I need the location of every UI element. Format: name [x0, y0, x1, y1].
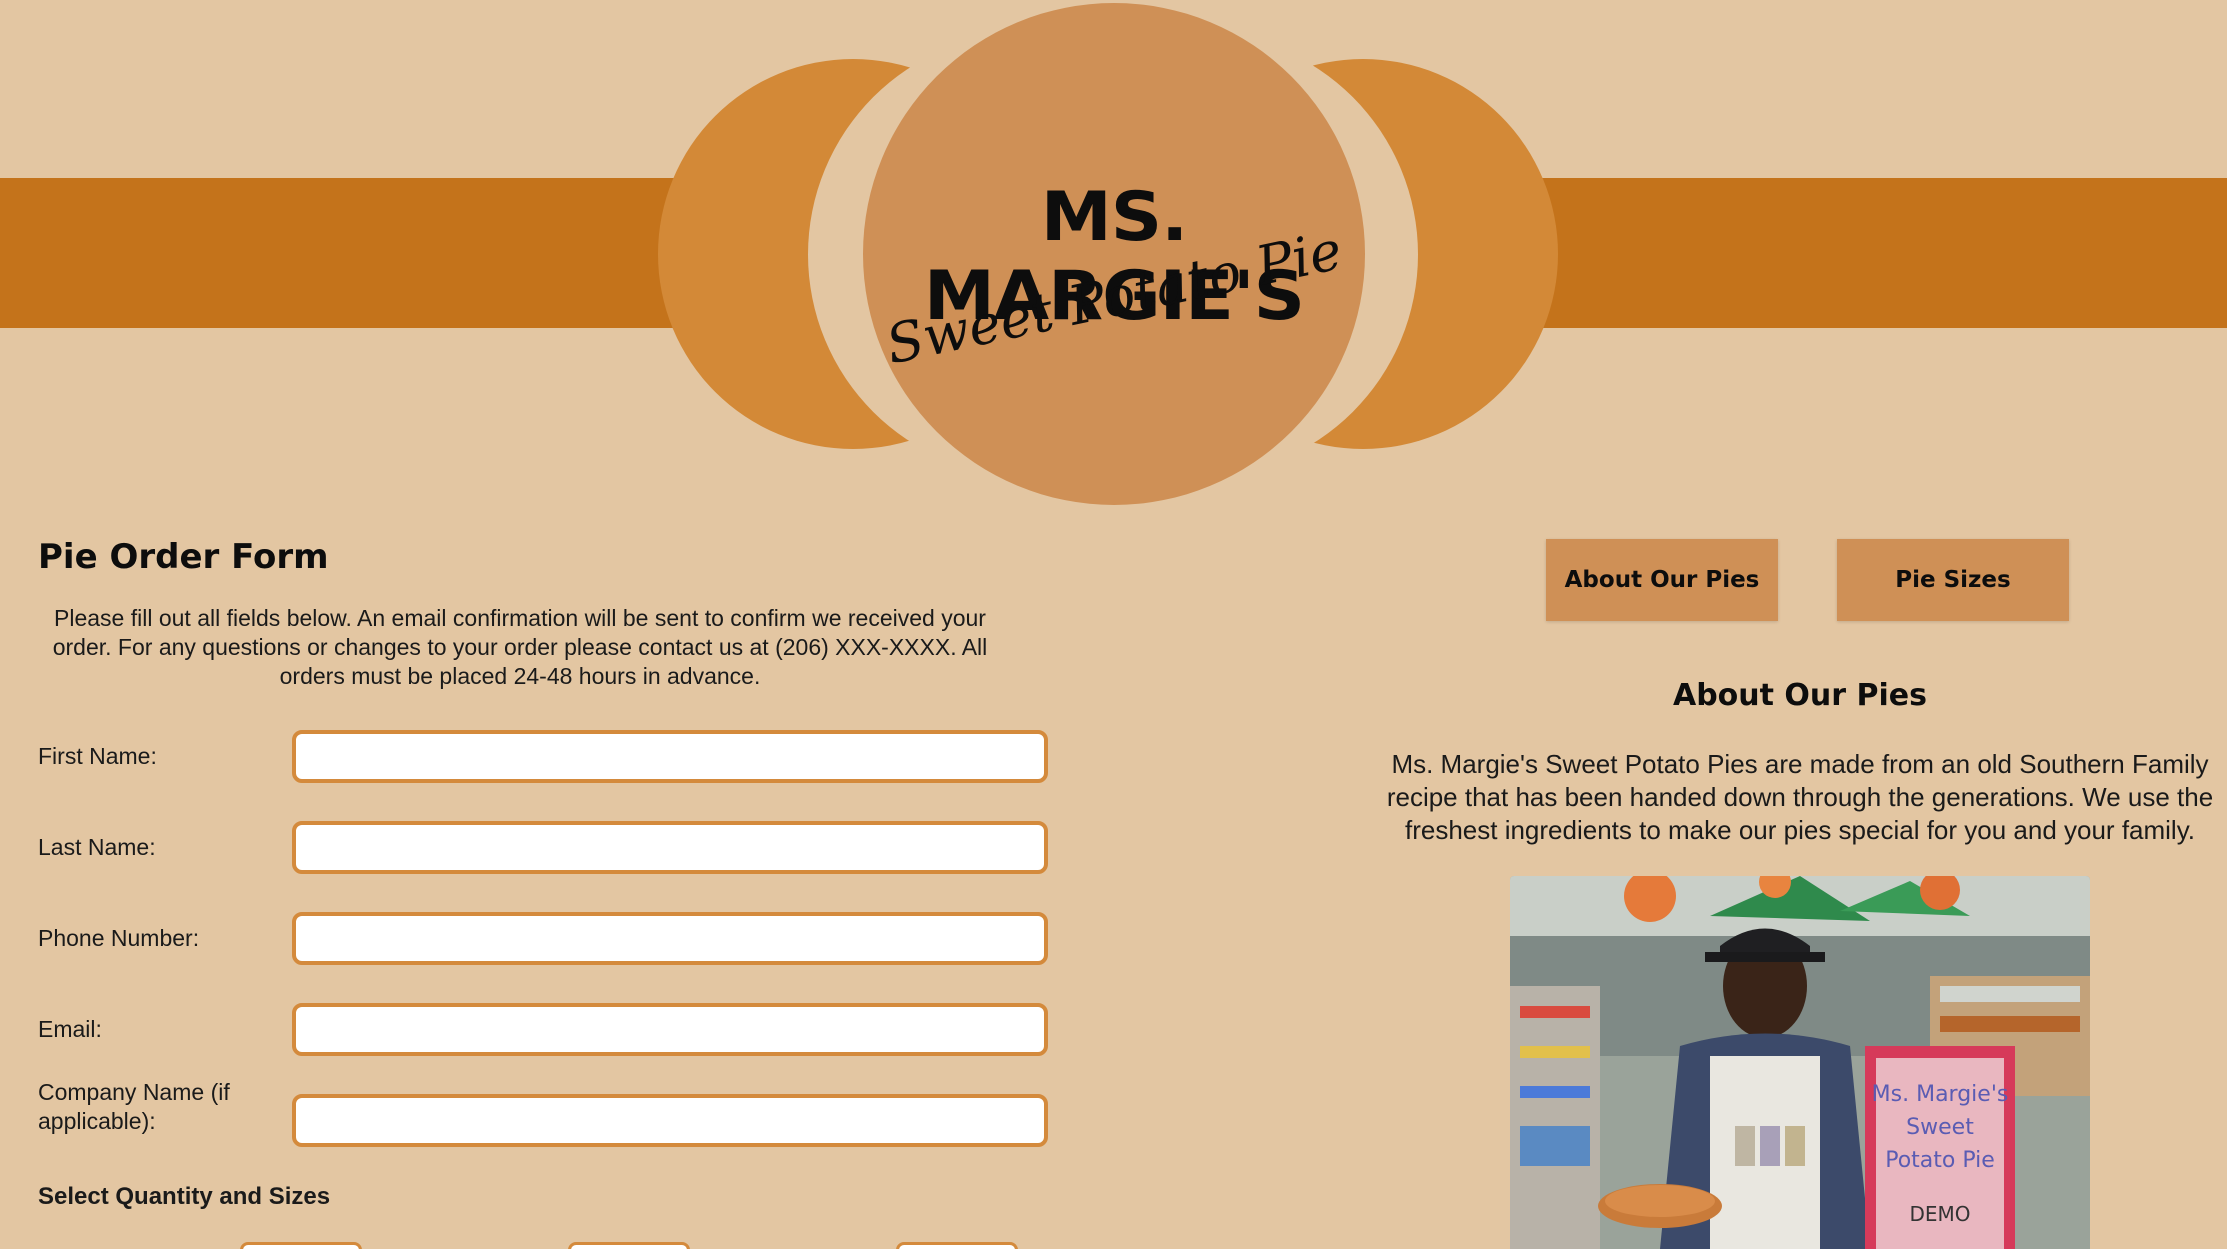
email-input[interactable] — [292, 1003, 1048, 1056]
sign-line-3: Potato Pie — [1885, 1148, 1995, 1173]
last-name-input[interactable] — [292, 821, 1048, 874]
company-name-label: Company Name (if applicable): — [38, 1079, 230, 1134]
quantity-row-partial — [0, 1238, 1100, 1249]
quantity-select-3[interactable] — [896, 1242, 1018, 1249]
email-label: Email: — [38, 1016, 102, 1042]
quantity-select-2[interactable] — [568, 1242, 690, 1249]
company-name-input[interactable] — [292, 1094, 1048, 1147]
quantity-sizes-heading: Select Quantity and Sizes — [38, 1183, 331, 1210]
about-our-pies-button[interactable]: About Our Pies — [1546, 539, 1778, 621]
about-description: Ms. Margie's Sweet Potato Pies are made … — [1386, 749, 2214, 845]
phone-number-label: Phone Number: — [38, 925, 200, 951]
about-heading: About Our Pies — [1672, 678, 1928, 713]
pie-demo-photo: Ms. Margie's Sweet Potato Pie DEMO — [1510, 876, 2090, 1249]
header-band-right — [1520, 178, 2227, 328]
last-name-label: Last Name: — [38, 834, 156, 860]
header-band-left — [0, 178, 700, 328]
first-name-label: First Name: — [38, 743, 157, 769]
sign-line-1: Ms. Margie's — [1872, 1082, 2009, 1107]
sign-line-2: Sweet — [1906, 1115, 1974, 1140]
site-header: MS. MARGIE'S Sweet Potato Pie — [0, 0, 2227, 510]
sign-line-4: DEMO — [1909, 1202, 1970, 1226]
phone-number-input[interactable] — [292, 912, 1048, 965]
order-form-intro: Please fill out all fields below. An ema… — [52, 605, 988, 689]
pie-sizes-button[interactable]: Pie Sizes — [1837, 539, 2069, 621]
quantity-select-1[interactable] — [240, 1242, 362, 1249]
order-form-heading: Pie Order Form — [38, 537, 329, 577]
first-name-input[interactable] — [292, 730, 1048, 783]
